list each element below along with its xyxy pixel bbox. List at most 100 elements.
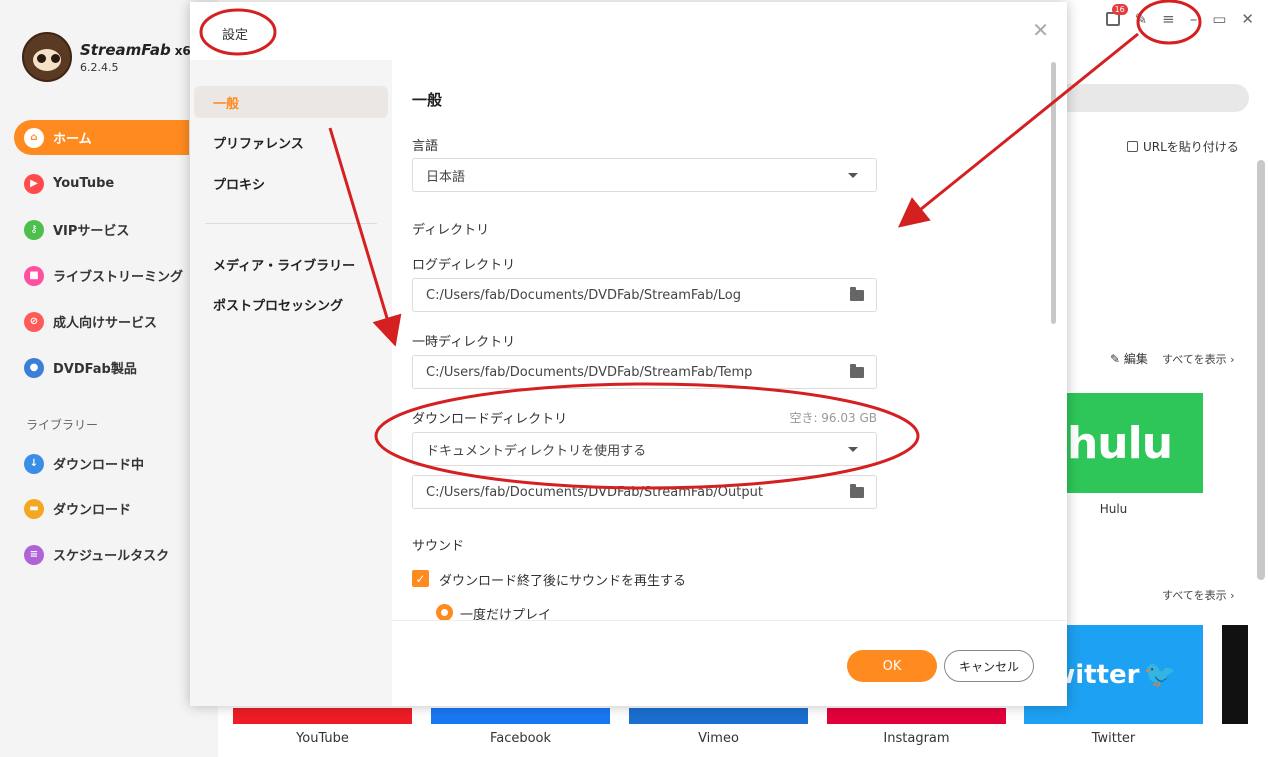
- sidebar-item-label: ダウンロード中: [53, 458, 145, 473]
- app-logo: StreamFab x64 6.2.4.5: [22, 32, 199, 82]
- camera-icon: ■: [24, 265, 44, 286]
- hulu-logo: hulu: [1066, 417, 1173, 469]
- settings-nav-media-library[interactable]: メディア・ライブラリー: [194, 248, 388, 280]
- app-version: 6.2.4.5: [80, 60, 119, 74]
- url-search-bar[interactable]: [1066, 84, 1249, 112]
- youtube-tile[interactable]: [233, 708, 412, 724]
- close-window-icon[interactable]: ✕: [1241, 10, 1254, 28]
- tiktok-tile[interactable]: [1222, 625, 1248, 724]
- paste-url-button[interactable]: URLを貼り付ける: [1127, 138, 1239, 155]
- sidebar-item-label: VIPサービス: [53, 224, 130, 239]
- sidebar-item-adult[interactable]: ⊘ 成人向けサービス: [14, 304, 189, 339]
- tile-label: YouTube: [296, 731, 349, 746]
- play-sound-label: ダウンロード終了後にサウンドを再生する: [439, 574, 687, 589]
- window-controls: 16 ✎ ≡ – ▭ ✕: [1105, 4, 1254, 28]
- sidebar-item-label: ダウンロード: [53, 503, 132, 518]
- twitter-bird-icon: 🐦: [1143, 659, 1176, 690]
- sidebar-item-label: YouTube: [53, 176, 115, 191]
- hulu-tile[interactable]: hulu: [1066, 393, 1203, 493]
- vimeo-tile[interactable]: [629, 708, 808, 724]
- tile-label: Facebook: [489, 731, 552, 746]
- settings-dialog: 設定 ✕ 一般 プリファレンス プロキシ メディア・ライブラリー ポストプロセッ…: [190, 2, 1067, 706]
- schedule-list-icon: ≡: [24, 544, 44, 565]
- show-all-label: すべてを表示: [1162, 353, 1227, 366]
- show-all-link-1[interactable]: すべてを表示 ›: [1162, 351, 1234, 367]
- settings-scrollbar[interactable]: [1051, 62, 1056, 324]
- folder-browse-icon[interactable]: [850, 364, 864, 378]
- menu-icon[interactable]: ≡: [1162, 10, 1175, 28]
- settings-nav-general[interactable]: 一般: [194, 86, 388, 118]
- adult-block-icon: ⊘: [24, 311, 44, 332]
- output-dir-value: C:/Users/fab/Documents/DVDFab/StreamFab/…: [426, 484, 763, 500]
- sidebar-item-label: スケジュールタスク: [53, 549, 170, 564]
- settings-nav-post-processing[interactable]: ポストプロセッシング: [194, 288, 388, 320]
- ok-button[interactable]: OK: [847, 650, 937, 682]
- sidebar-item-label: DVDFab製品: [53, 362, 137, 377]
- chevron-right-icon: ›: [1230, 589, 1235, 602]
- edit-label: 編集: [1123, 352, 1148, 366]
- key-icon: ⚷: [24, 219, 44, 240]
- folder-browse-icon[interactable]: [850, 484, 864, 498]
- download-dir-label: ダウンロードディレクトリ: [412, 412, 568, 427]
- sidebar-item-dvdfab[interactable]: ● DVDFab製品: [14, 350, 189, 385]
- sidebar-item-label: 成人向けサービス: [53, 316, 158, 331]
- temp-dir-field[interactable]: C:/Users/fab/Documents/DVDFab/StreamFab/…: [412, 355, 877, 389]
- show-all-link-2[interactable]: すべてを表示 ›: [1162, 587, 1234, 603]
- settings-nav-proxy[interactable]: プロキシ: [194, 167, 388, 199]
- folder-browse-icon[interactable]: [850, 287, 864, 301]
- feedback-icon[interactable]: ✎: [1135, 10, 1148, 28]
- output-dir-field[interactable]: C:/Users/fab/Documents/DVDFab/StreamFab/…: [412, 475, 877, 509]
- instagram-tile[interactable]: [827, 708, 1006, 724]
- facebook-tile[interactable]: [431, 708, 610, 724]
- play-once-label: 一度だけプレイ: [460, 608, 552, 620]
- youtube-icon: ▶: [24, 173, 44, 194]
- home-icon: ⌂: [24, 127, 44, 148]
- dropdown-caret-icon: [848, 173, 858, 178]
- sidebar-item-downloading[interactable]: ↓ ダウンロード中: [14, 446, 189, 481]
- minimize-icon[interactable]: –: [1190, 10, 1198, 28]
- library-title: ライブラリー: [26, 418, 99, 432]
- sloth-logo-icon: [22, 32, 72, 82]
- close-icon[interactable]: ✕: [1032, 18, 1049, 42]
- sidebar-item-schedule[interactable]: ≡ スケジュールタスク: [14, 537, 189, 572]
- maximize-icon[interactable]: ▭: [1212, 10, 1226, 28]
- main-scrollbar[interactable]: [1257, 160, 1265, 580]
- sidebar-item-vip[interactable]: ⚷ VIPサービス: [14, 212, 189, 247]
- language-select[interactable]: 日本語: [412, 158, 877, 192]
- log-dir-field[interactable]: C:/Users/fab/Documents/DVDFab/StreamFab/…: [412, 278, 877, 312]
- temp-dir-value: C:/Users/fab/Documents/DVDFab/StreamFab/…: [426, 364, 753, 380]
- sidebar-item-youtube[interactable]: ▶ YouTube: [14, 166, 189, 201]
- language-value: 日本語: [426, 169, 466, 185]
- paste-icon: [1127, 141, 1138, 152]
- free-space-text: 空き: 96.03 GB: [789, 411, 877, 425]
- chevron-right-icon: ›: [1230, 353, 1235, 366]
- sidebar-item-live-streaming[interactable]: ■ ライブストリーミング: [14, 258, 189, 293]
- download-arrow-icon: ↓: [24, 453, 44, 474]
- settings-content: 一般 言語 日本語 ディレクトリ ログディレクトリ C:/Users/fab/D…: [392, 60, 1067, 620]
- dialog-title: 設定: [222, 28, 249, 43]
- sidebar-item-label: ライブストリーミング: [53, 270, 184, 285]
- paste-url-label: URLを貼り付ける: [1143, 140, 1239, 154]
- show-all-label: すべてを表示: [1162, 589, 1227, 602]
- notification-icon[interactable]: 16: [1105, 4, 1128, 26]
- sidebar-item-label: ホーム: [53, 132, 92, 147]
- directory-label: ディレクトリ: [412, 223, 490, 238]
- settings-nav: 一般 プリファレンス プロキシ メディア・ライブラリー ポストプロセッシング: [190, 60, 392, 706]
- language-label: 言語: [412, 139, 439, 154]
- play-sound-checkbox[interactable]: ✓: [412, 570, 429, 587]
- cancel-button[interactable]: キャンセル: [944, 650, 1034, 682]
- settings-nav-preferences[interactable]: プリファレンス: [194, 126, 388, 158]
- folder-icon: ▬: [24, 498, 44, 519]
- sidebar-item-home[interactable]: ⌂ ホーム: [14, 120, 189, 155]
- log-dir-value: C:/Users/fab/Documents/DVDFab/StreamFab/…: [426, 287, 742, 303]
- play-once-radio[interactable]: [436, 604, 453, 620]
- sidebar-item-downloaded[interactable]: ▬ ダウンロード: [14, 491, 189, 526]
- tile-label: Vimeo: [698, 731, 739, 746]
- section-title: 一般: [412, 91, 443, 109]
- dialog-header: 設定 ✕: [190, 2, 1067, 60]
- nav-divider: [205, 223, 377, 224]
- app-name: StreamFab: [80, 40, 171, 59]
- download-dir-select[interactable]: ドキュメントディレクトリを使用する: [412, 432, 877, 466]
- edit-button[interactable]: ✎ 編集: [1110, 350, 1148, 367]
- dropdown-caret-icon: [848, 447, 858, 452]
